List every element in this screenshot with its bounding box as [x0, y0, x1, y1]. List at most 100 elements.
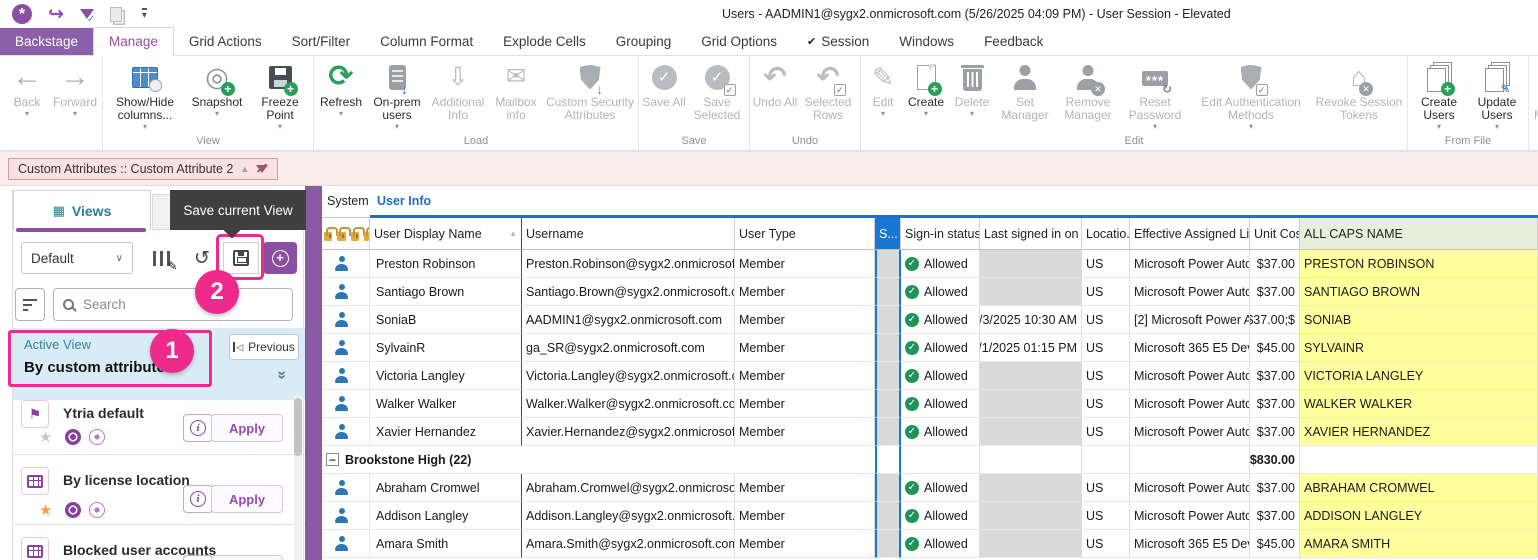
- tab-label: Grid Actions: [189, 34, 262, 49]
- cell-display-name: Amara Smith: [370, 530, 522, 558]
- breadcrumb[interactable]: Custom Attributes :: Custom Attribute 2 …: [8, 158, 278, 180]
- add-view-button[interactable]: +: [263, 242, 297, 274]
- column-header-unit_cost[interactable]: Unit Cos...: [1250, 218, 1300, 250]
- filter-checked-icon[interactable]: [80, 9, 94, 19]
- user-row[interactable]: Victoria LangleyVictoria.Langley@sygx2.o…: [322, 362, 1538, 390]
- user-row[interactable]: Amara SmithAmara.Smith@sygx2.onmicrosoft…: [322, 530, 1538, 558]
- edit-authentication-methods-button: ✓Edit Authentication Methods▾: [1189, 58, 1313, 135]
- tab-label: Grid Options: [701, 34, 777, 49]
- column-header-last_signin[interactable]: Last signed in on - ...: [980, 218, 1082, 250]
- column-header-license[interactable]: Effective Assigned Licen...: [1130, 218, 1250, 250]
- dropdown-arrow-icon: ▾: [1153, 123, 1157, 131]
- button-label: Group Membership...: [1531, 96, 1538, 122]
- freeze-point-button[interactable]: +Freeze Point▾: [249, 58, 311, 135]
- previous-view-button[interactable]: ◁ Previous: [229, 334, 299, 360]
- cell-all-caps: PRESTON ROBINSON: [1300, 250, 1538, 278]
- button-label: Revoke Session Tokens: [1313, 96, 1405, 122]
- cell-location: US: [1082, 334, 1130, 362]
- user-icon: [334, 480, 349, 495]
- user-row[interactable]: SylvainRga_SR@sygx2.onmicrosoft.comMembe…: [322, 334, 1538, 362]
- tab-views[interactable]: ▦ Views: [13, 190, 151, 230]
- column-header-display_name[interactable]: User Display Name▲: [370, 218, 522, 250]
- tab-session[interactable]: ✔Session: [792, 27, 884, 55]
- dropdown-arrow-icon: ▾: [25, 110, 29, 118]
- user-row[interactable]: Santiago BrownSantiago.Brown@sygx2.onmic…: [322, 278, 1538, 306]
- tab-explode-cells[interactable]: Explode Cells: [488, 27, 601, 55]
- additional-info-button: ⇩Additional Info: [428, 58, 488, 135]
- export-icon[interactable]: ↪: [48, 5, 64, 24]
- column-header-label: Last signed in on - ...: [984, 227, 1082, 241]
- cell-row-icon: [322, 334, 370, 362]
- star-icon[interactable]: ★: [39, 428, 52, 446]
- check-icon: ✔: [807, 35, 816, 48]
- apply-view-button[interactable]: Apply: [211, 414, 283, 442]
- view-set-dropdown[interactable]: Default ∨: [21, 242, 133, 274]
- tab-grid-actions[interactable]: Grid Actions: [174, 27, 277, 55]
- manage-views-button[interactable]: [143, 242, 179, 274]
- ytria-badge-icon: [65, 429, 81, 445]
- create-users-button[interactable]: +Create Users▾: [1410, 58, 1468, 135]
- on-prem-users-button[interactable]: ↓On-prem users▾: [366, 58, 428, 135]
- badge-plus-icon: +: [284, 82, 298, 96]
- column-band-system[interactable]: System: [322, 186, 370, 218]
- ytria-badge-icon: [65, 502, 81, 518]
- show-hide-columns-button[interactable]: Show/Hide columns...▾: [105, 58, 185, 135]
- tab-manage[interactable]: Manage: [93, 27, 174, 56]
- customize-dropdown-icon[interactable]: ▾: [142, 8, 147, 20]
- allowed-check-icon: ✓: [905, 341, 919, 355]
- column-header-signin[interactable]: Sign-in status: [901, 218, 980, 250]
- group-row[interactable]: −Brookstone High (22)$830.00: [322, 446, 1538, 474]
- apply-view-button[interactable]: Apply: [211, 555, 283, 560]
- user-row[interactable]: SoniaBAADMIN1@sygx2.onmicrosoft.comMembe…: [322, 306, 1538, 334]
- apply-view-button[interactable]: Apply: [211, 485, 283, 513]
- column-header-location[interactable]: Locatio...: [1082, 218, 1130, 250]
- search-input[interactable]: [83, 297, 283, 312]
- grid-header-row: User Display Name▲UsernameUser TypeS...S…: [322, 218, 1538, 250]
- user-row[interactable]: Addison LangleyAddison.Langley@sygx2.onm…: [322, 502, 1538, 530]
- star-icon[interactable]: ★: [39, 501, 52, 519]
- badge-pen-icon: ✎: [1499, 82, 1513, 96]
- save-current-view-button[interactable]: [223, 242, 259, 274]
- view-info-button[interactable]: i: [183, 414, 213, 442]
- user-icon: [334, 368, 349, 383]
- column-header-username[interactable]: Username: [522, 218, 735, 250]
- view-info-button[interactable]: i: [183, 485, 213, 513]
- copy-icon[interactable]: [110, 7, 122, 22]
- user-row[interactable]: Walker WalkerWalker.Walker@sygx2.onmicro…: [322, 390, 1538, 418]
- remove-filter-icon[interactable]: [256, 165, 268, 173]
- cell-signin-status: ✓Allowed: [901, 418, 980, 446]
- column-header-s[interactable]: S...: [875, 218, 901, 250]
- tab-column-format[interactable]: Column Format: [365, 27, 488, 55]
- tab-windows[interactable]: Windows: [884, 27, 969, 55]
- tab-backstage[interactable]: Backstage: [0, 27, 93, 55]
- chevron-double-down-icon[interactable]: »: [272, 371, 290, 380]
- user-row[interactable]: Preston RobinsonPreston.Robinson@sygx2.o…: [322, 250, 1538, 278]
- scrollbar-thumb[interactable]: [294, 398, 302, 456]
- update-users-button[interactable]: ✎Update Users▾: [1468, 58, 1526, 135]
- view-item-ytria-default[interactable]: ⚑Ytria default★iApply: [13, 400, 305, 454]
- refresh-button[interactable]: ⟳Refresh▾: [316, 58, 366, 135]
- column-header-user_type[interactable]: User Type: [735, 218, 875, 250]
- filter-views-button[interactable]: [15, 288, 45, 321]
- tab-feedback[interactable]: Feedback: [969, 27, 1058, 55]
- column-header-all_caps[interactable]: ALL CAPS NAME: [1300, 218, 1538, 250]
- button-label: Set Manager: [995, 96, 1055, 122]
- collapse-group-icon[interactable]: −: [326, 453, 339, 466]
- view-info-button[interactable]: i: [183, 555, 213, 560]
- badge-x-icon: ✕: [1091, 82, 1105, 96]
- panel-splitter[interactable]: [305, 186, 322, 560]
- tab-sort-filter[interactable]: Sort/Filter: [277, 27, 366, 55]
- column-band-user-info[interactable]: User Info: [370, 186, 1538, 218]
- user-row[interactable]: Abraham CromwelAbraham.Cromwel@sygx2.onm…: [322, 474, 1538, 502]
- collapse-up-icon[interactable]: ▲: [240, 164, 249, 174]
- tab-grid-options[interactable]: Grid Options: [686, 27, 792, 55]
- annotation-step-1: 1: [150, 329, 194, 373]
- create-button[interactable]: +Create▾: [903, 58, 949, 135]
- user-row[interactable]: Xavier HernandezXavier.Hernandez@sygx2.o…: [322, 418, 1538, 446]
- view-item-by-license-location[interactable]: By license location★iApply: [13, 454, 305, 524]
- cell-row-icon: [322, 362, 370, 390]
- tab-grouping[interactable]: Grouping: [601, 27, 687, 55]
- snapshot-button[interactable]: ◎+Snapshot▾: [185, 58, 249, 135]
- view-list-scrollbar[interactable]: [294, 396, 302, 560]
- view-item-blocked-user-accounts[interactable]: Blocked user accounts★iApply: [13, 524, 305, 560]
